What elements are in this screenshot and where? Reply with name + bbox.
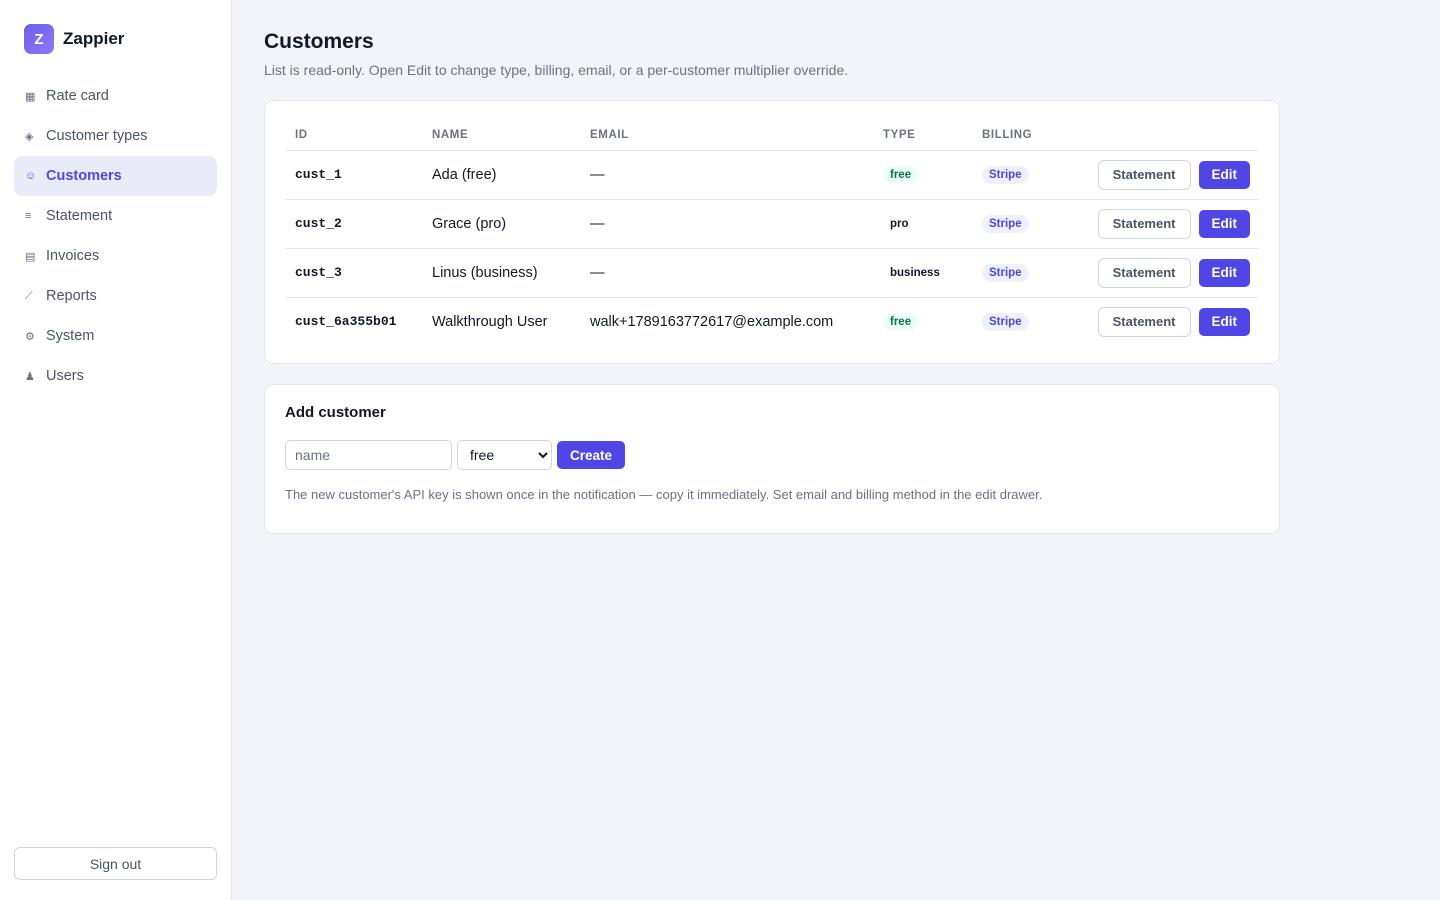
column-header-type: TYPE [873, 121, 972, 151]
gear-icon: ⚙ [25, 330, 35, 343]
sidebar-item-customer-types[interactable]: ◈ Customer types [14, 116, 217, 156]
add-customer-form: free Create [285, 440, 1259, 470]
page-title: Customers [264, 30, 374, 53]
sidebar-item-system[interactable]: ⚙ System [14, 316, 217, 356]
statement-button[interactable]: Statement [1097, 159, 1191, 190]
document-icon: ▤ [25, 250, 36, 263]
sidebar-item-label: Rate card [46, 88, 109, 104]
customer-name: Linus (business) [422, 248, 580, 298]
statement-button[interactable]: Statement [1097, 208, 1191, 239]
add-customer-card: Add customer free Create The new custome… [264, 384, 1280, 534]
add-customer-title: Add customer [285, 404, 386, 421]
user-icon: ♟ [25, 370, 35, 383]
table-row: cust_1 Ada (free) — free Stripe Statemen… [285, 150, 1259, 200]
column-header-actions [1072, 121, 1259, 151]
customer-billing-cell: Stripe [972, 248, 1072, 298]
customers-table: ID NAME EMAIL TYPE BILLING cust_1 Ada (f… [285, 121, 1259, 346]
customer-billing-cell: Stripe [972, 297, 1072, 346]
customer-name: Grace (pro) [422, 199, 580, 249]
customer-type-cell: business [873, 248, 972, 298]
add-customer-note: The new customer's API key is shown once… [285, 487, 1043, 502]
sidebar-item-invoices[interactable]: ▤ Invoices [14, 236, 217, 276]
customer-type-select[interactable]: free [457, 440, 552, 470]
sidebar-item-rate-card[interactable]: ▦ Rate card [14, 76, 217, 116]
statement-button[interactable]: Statement [1097, 257, 1191, 288]
edit-button[interactable]: Edit [1198, 209, 1250, 238]
edit-button[interactable]: Edit [1198, 160, 1250, 189]
sidebar-item-label: Reports [46, 288, 97, 304]
sidebar-item-label: Invoices [46, 248, 100, 264]
row-actions: Statement Edit [1072, 297, 1259, 346]
sidebar-item-reports[interactable]: ⟋ Reports [14, 276, 217, 316]
row-actions: Statement Edit [1072, 248, 1259, 298]
name-input[interactable] [285, 440, 452, 470]
brand-name: Zappier [63, 29, 125, 48]
table-header-row: ID NAME EMAIL TYPE BILLING [285, 121, 1259, 151]
sidebar-item-label: Users [46, 368, 84, 384]
type-badge: business [890, 266, 940, 279]
customer-email: — [580, 199, 873, 249]
customer-id: cust_6a355b01 [295, 314, 397, 330]
billing-badge: Stripe [982, 214, 1029, 233]
customer-type-cell: free [873, 150, 972, 200]
row-actions: Statement Edit [1072, 150, 1259, 200]
customer-email: — [580, 150, 873, 200]
billing-badge: Stripe [982, 312, 1029, 331]
customer-id: cust_1 [285, 150, 422, 200]
type-badge: free [883, 165, 919, 184]
brand-logo: Z [24, 24, 54, 54]
trend-icon: ⟋ [25, 289, 33, 302]
sign-out-button[interactable]: Sign out [14, 847, 217, 880]
customers-table-card: ID NAME EMAIL TYPE BILLING cust_1 Ada (f… [264, 100, 1280, 364]
sidebar-item-label: Statement [46, 208, 113, 224]
sidebar-item-label: System [46, 328, 95, 344]
create-button[interactable]: Create [557, 441, 626, 469]
billing-badge: Stripe [982, 165, 1029, 184]
customer-type-cell: pro [873, 199, 972, 249]
customer-email: walk+1789163772617@example.com [590, 313, 834, 330]
smiley-icon: ☺ [25, 170, 37, 182]
customer-billing-cell: Stripe [972, 150, 1072, 200]
column-header-id: ID [285, 121, 422, 151]
sidebar: Z Zappier ▦ Rate card ◈ Customer types ☺… [0, 0, 232, 900]
edit-button[interactable]: Edit [1198, 258, 1250, 287]
column-header-billing: BILLING [972, 121, 1072, 151]
diamond-icon: ◈ [25, 130, 34, 143]
billing-badge: Stripe [982, 263, 1029, 282]
column-header-name: NAME [422, 121, 580, 151]
customer-type-cell: free [873, 297, 972, 346]
type-badge: pro [890, 217, 909, 230]
sidebar-item-label: Customers [46, 168, 122, 184]
customer-name: Walkthrough User [432, 313, 548, 330]
edit-button[interactable]: Edit [1198, 307, 1250, 336]
sidebar-item-customers[interactable]: ☺ Customers [14, 156, 217, 196]
brand: Z Zappier [14, 24, 217, 54]
sidebar-item-statement[interactable]: ≡ Statement [14, 196, 217, 236]
customer-email: — [580, 248, 873, 298]
table-row: cust_6a355b01 Walkthrough User walk+1789… [285, 297, 1259, 346]
lines-icon: ≡ [25, 210, 32, 222]
customer-name: Ada (free) [422, 150, 580, 200]
main-content: Customers List is read-only. Open Edit t… [232, 0, 1440, 900]
customer-billing-cell: Stripe [972, 199, 1072, 249]
sidebar-item-label: Customer types [46, 128, 148, 144]
row-actions: Statement Edit [1072, 199, 1259, 249]
table-row: cust_3 Linus (business) — business Strip… [285, 248, 1259, 298]
customer-id: cust_2 [285, 199, 422, 249]
page-subtitle: List is read-only. Open Edit to change t… [264, 62, 849, 78]
customer-id: cust_3 [285, 248, 422, 298]
grid-icon: ▦ [25, 90, 36, 103]
column-header-email: EMAIL [580, 121, 873, 151]
sidebar-item-users[interactable]: ♟ Users [14, 356, 217, 396]
table-row: cust_2 Grace (pro) — pro Stripe Statemen… [285, 199, 1259, 249]
statement-button[interactable]: Statement [1097, 306, 1191, 337]
type-badge: free [883, 312, 919, 331]
